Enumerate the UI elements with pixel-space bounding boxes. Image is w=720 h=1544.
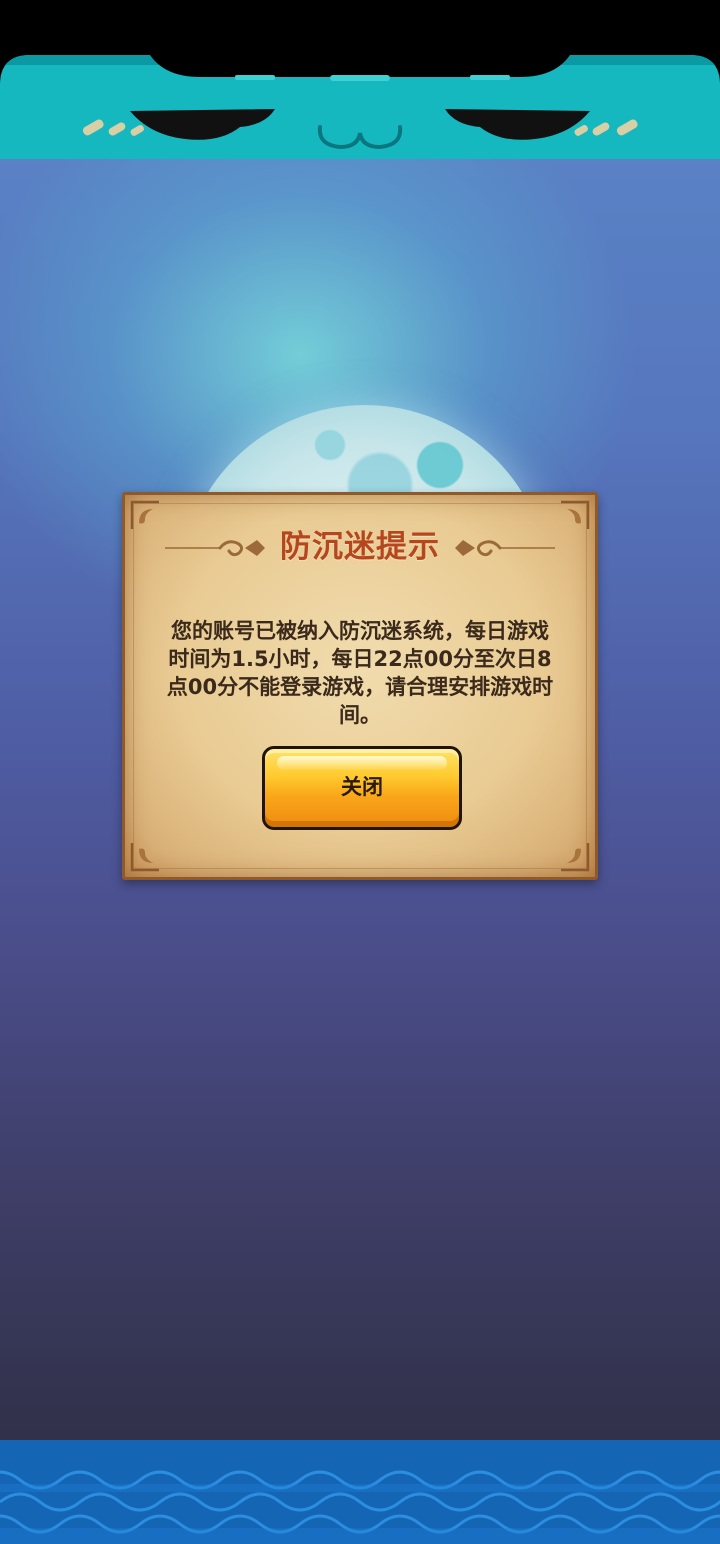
title-ornament-right-icon bbox=[455, 540, 555, 557]
game-screen: 防沉迷提示 您的账号已被纳入防沉迷系统，每日游戏时间为1.5小时，每日22点00… bbox=[0, 0, 720, 1544]
corner-ornament-icon bbox=[130, 843, 159, 872]
wave-pattern-icon bbox=[0, 1440, 720, 1544]
close-button[interactable]: 关闭 bbox=[262, 746, 462, 830]
close-button-label: 关闭 bbox=[341, 775, 383, 799]
cat-face-icon bbox=[0, 55, 720, 159]
corner-ornament-icon bbox=[561, 843, 590, 872]
anti-addiction-dialog: 防沉迷提示 您的账号已被纳入防沉迷系统，每日游戏时间为1.5小时，每日22点00… bbox=[122, 492, 598, 880]
dialog-header: 防沉迷提示 bbox=[125, 525, 595, 569]
dialog-message: 您的账号已被纳入防沉迷系统，每日游戏时间为1.5小时，每日22点00分至次日8点… bbox=[166, 619, 554, 727]
